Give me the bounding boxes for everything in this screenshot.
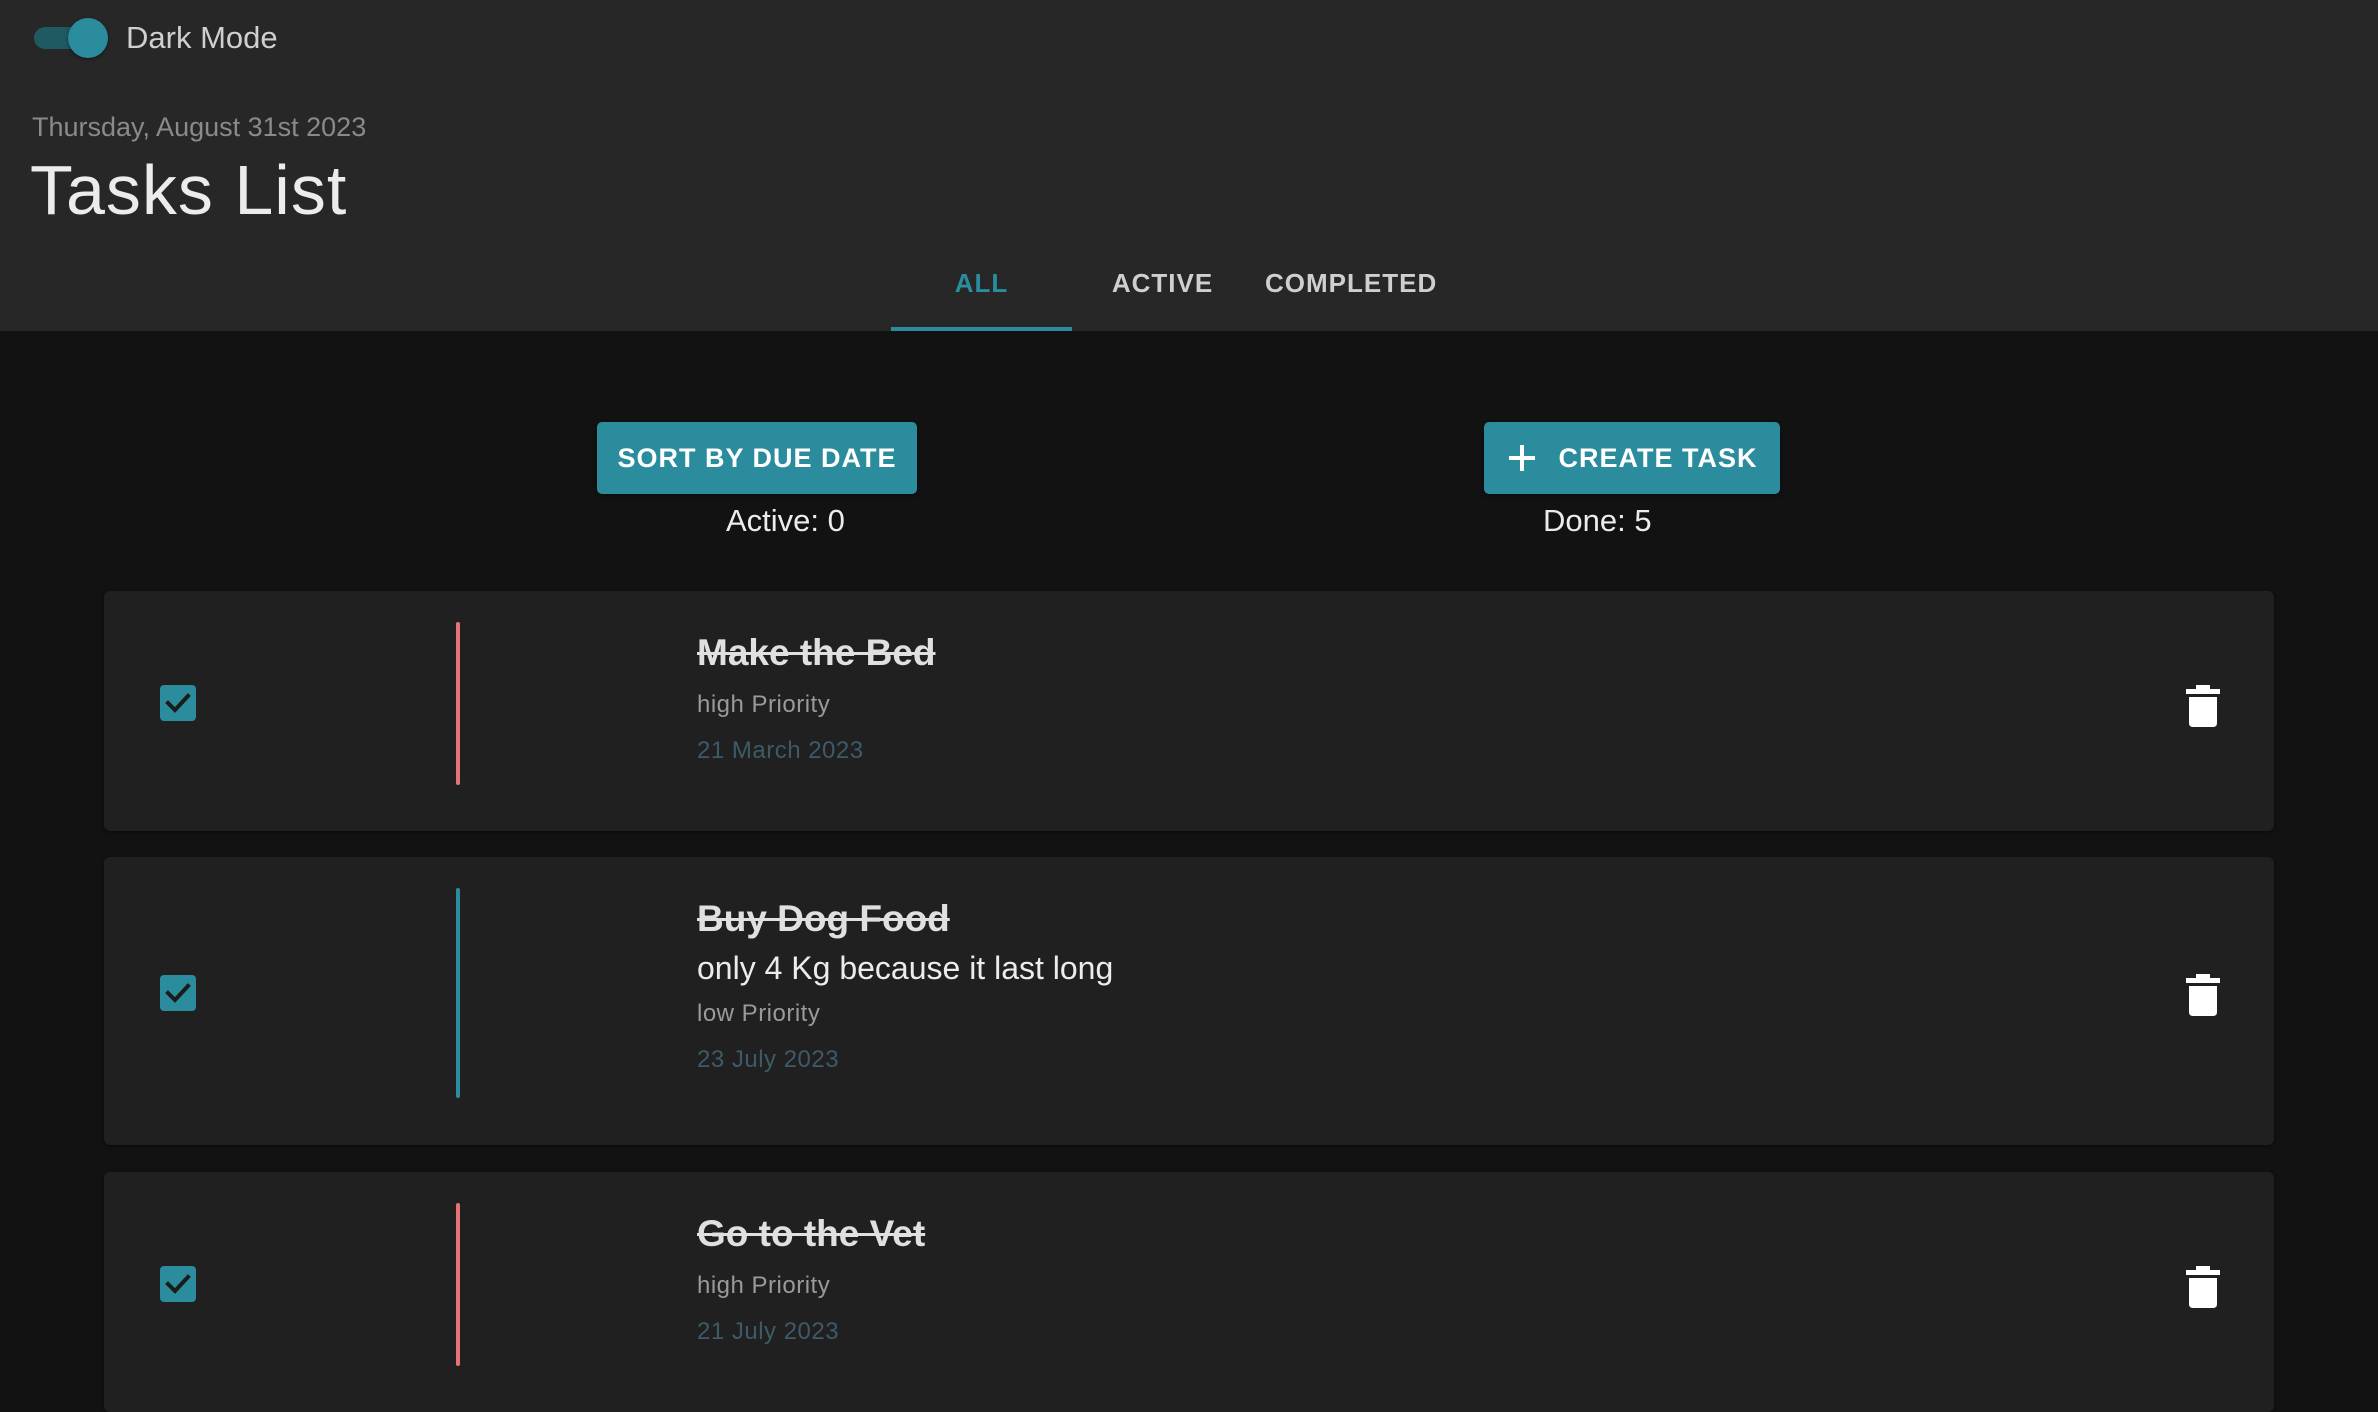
current-date: Thursday, August 31st 2023	[32, 112, 367, 142]
task-content: Buy Dog Food only 4 Kg because it last l…	[697, 895, 1113, 1074]
task-due-date: 21 July 2023	[697, 1318, 840, 1345]
create-button-label: CREATE TASK	[1558, 442, 1758, 473]
trash-icon[interactable]	[2186, 974, 2220, 1016]
sort-by-due-date-button[interactable]: SORT BY DUE DATE	[597, 422, 917, 494]
task-card: Buy Dog Food only 4 Kg because it last l…	[104, 857, 2274, 1145]
task-title: Go to the Vet	[697, 1213, 926, 1254]
task-priority: high Priority	[697, 691, 831, 718]
page-title: Tasks List	[30, 151, 348, 229]
done-count: Done: 5	[1543, 503, 1652, 538]
dark-mode-toggle[interactable]	[32, 15, 112, 61]
task-card: Go to the Vet high Priority 21 July 2023	[104, 1172, 2274, 1412]
trash-icon[interactable]	[2186, 685, 2220, 727]
filter-tabs: ALL ACTIVE COMPLETED	[891, 250, 1465, 331]
task-content: Go to the Vet high Priority 21 July 2023	[697, 1210, 925, 1346]
active-count: Active: 0	[726, 503, 845, 538]
task-title: Make the Bed	[697, 632, 936, 673]
task-checkbox[interactable]	[160, 975, 196, 1011]
tab-active[interactable]: ACTIVE	[1072, 250, 1253, 331]
task-priority: high Priority	[697, 1272, 831, 1299]
trash-icon[interactable]	[2186, 1266, 2220, 1308]
check-icon	[165, 693, 191, 713]
tab-all[interactable]: ALL	[891, 250, 1072, 331]
create-task-button[interactable]: CREATE TASK	[1484, 422, 1780, 494]
task-due-date: 23 July 2023	[697, 1046, 840, 1073]
task-priority: low Priority	[697, 1000, 821, 1027]
task-card: Make the Bed high Priority 21 March 2023	[104, 591, 2274, 831]
task-due-date: 21 March 2023	[697, 737, 864, 764]
priority-indicator	[456, 888, 460, 1098]
task-description: only 4 Kg because it last long	[697, 950, 1114, 986]
priority-indicator	[456, 1203, 460, 1366]
toggle-thumb	[68, 18, 108, 58]
task-title: Buy Dog Food	[697, 898, 950, 939]
plus-icon	[1507, 443, 1537, 473]
dark-mode-label: Dark Mode	[126, 20, 278, 55]
task-checkbox[interactable]	[160, 685, 196, 721]
check-icon	[165, 983, 191, 1003]
app-bar: Dark Mode Thursday, August 31st 2023 Tas…	[0, 0, 2378, 331]
check-icon	[165, 1274, 191, 1294]
sort-button-label: SORT BY DUE DATE	[617, 442, 897, 473]
task-content: Make the Bed high Priority 21 March 2023	[697, 629, 936, 765]
tab-completed[interactable]: COMPLETED	[1253, 250, 1465, 331]
task-checkbox[interactable]	[160, 1266, 196, 1302]
priority-indicator	[456, 622, 460, 785]
